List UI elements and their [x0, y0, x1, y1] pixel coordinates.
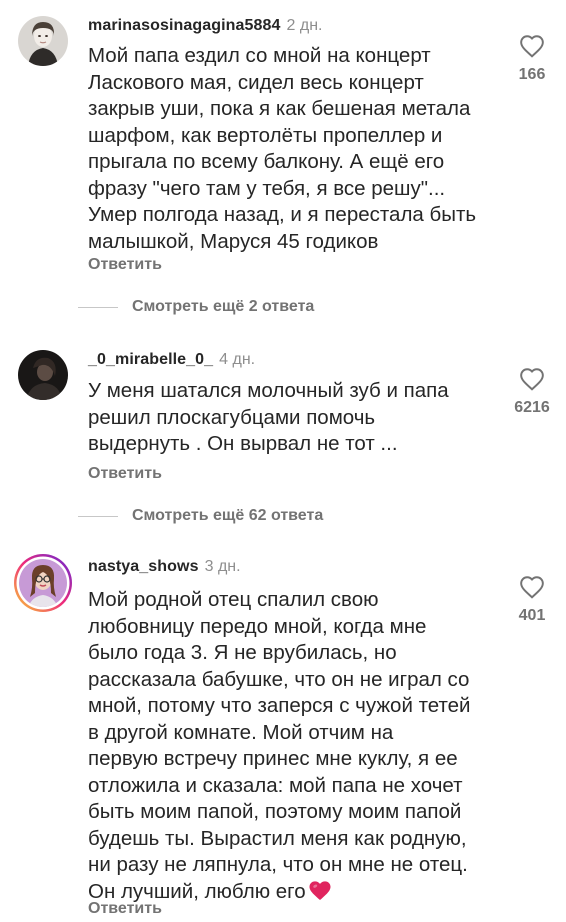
comment-meta: nastya_shows 3 дн.: [88, 556, 241, 576]
username[interactable]: marinasosinagagina5884: [88, 17, 281, 34]
view-replies-button[interactable]: Смотреть ещё 2 ответа: [78, 298, 314, 316]
like-count: 401: [518, 607, 546, 624]
avatar[interactable]: [18, 350, 68, 400]
red-heart-emoji-icon: [309, 880, 331, 900]
timestamp: 2 дн.: [286, 17, 323, 34]
comment-text: Мой родной отец спалил свою любовницу пе…: [88, 587, 498, 905]
comment-text: Мой папа ездил со мной на концерт Ласков…: [88, 44, 477, 253]
username[interactable]: _0_mirabelle_0_: [88, 351, 213, 368]
view-replies-label: Смотреть ещё 62 ответа: [132, 507, 324, 524]
heart-outline-icon[interactable]: [519, 367, 545, 391]
comment-text-content: Мой родной отец спалил свою любовницу пе…: [88, 588, 471, 903]
heart-outline-icon[interactable]: [519, 575, 545, 599]
divider-line: [78, 515, 118, 517]
comment-meta: _0_mirabelle_0_ 4 дн.: [88, 349, 255, 369]
reply-button[interactable]: Ответить: [88, 256, 162, 274]
comment-text: У меня шатался молочный зуб и папа решил…: [88, 379, 449, 455]
view-replies-label: Смотреть ещё 2 ответа: [132, 298, 315, 315]
avatar-with-story-ring[interactable]: [13, 553, 73, 613]
username[interactable]: nastya_shows: [88, 558, 199, 575]
view-replies-button[interactable]: Смотреть ещё 62 ответа: [78, 507, 323, 525]
comment-meta: marinasosinagagina5884 2 дн.: [88, 15, 322, 35]
reply-button[interactable]: Ответить: [88, 900, 162, 918]
heart-outline-icon[interactable]: [519, 34, 545, 58]
avatar[interactable]: [18, 16, 68, 66]
reply-button[interactable]: Ответить: [88, 465, 162, 483]
like-count: 166: [518, 66, 546, 83]
like-count: 6216: [514, 399, 550, 416]
timestamp: 4 дн.: [219, 351, 256, 368]
timestamp: 3 дн.: [204, 558, 241, 575]
divider-line: [78, 306, 118, 308]
